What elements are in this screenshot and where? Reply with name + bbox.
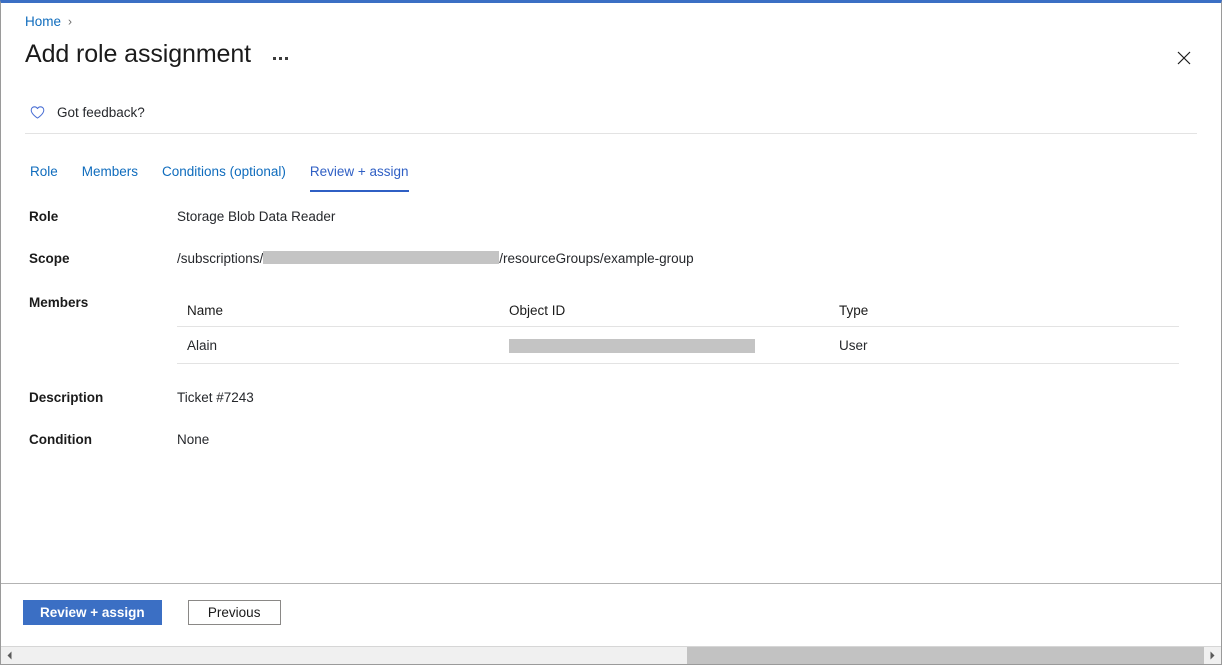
tab-review-assign[interactable]: Review + assign <box>298 159 421 192</box>
cell-type: User <box>839 338 1179 353</box>
description-value: Ticket #7243 <box>177 389 254 407</box>
previous-button[interactable]: Previous <box>188 600 281 625</box>
members-label: Members <box>1 294 177 312</box>
cell-name: Alain <box>177 338 509 353</box>
ellipsis-dot <box>279 57 282 60</box>
scope-prefix: /subscriptions/ <box>177 251 263 266</box>
members-table-header: Name Object ID Type <box>177 294 1179 327</box>
condition-value: None <box>177 431 209 449</box>
got-feedback-label: Got feedback? <box>57 104 145 121</box>
column-header-name: Name <box>177 303 509 318</box>
condition-label: Condition <box>1 431 177 449</box>
scope-value: /subscriptions/ /resourceGroups/example-g… <box>177 250 694 268</box>
title-row: Add role assignment <box>25 38 292 71</box>
breadcrumb-chevron-icon: › <box>68 14 72 30</box>
add-role-assignment-blade: Home › Add role assignment Got feedback?… <box>0 0 1222 665</box>
row-condition: Condition None <box>1 431 1221 461</box>
heart-icon <box>29 104 46 121</box>
ellipsis-dot <box>273 57 276 60</box>
scroll-right-arrow-icon[interactable] <box>1204 647 1221 664</box>
close-icon[interactable] <box>1169 43 1199 73</box>
description-label: Description <box>1 389 177 407</box>
page-title: Add role assignment <box>25 38 251 71</box>
column-header-object-id: Object ID <box>509 303 839 318</box>
review-assign-button[interactable]: Review + assign <box>23 600 162 625</box>
row-role: Role Storage Blob Data Reader <box>1 208 1221 250</box>
header-divider <box>25 133 1197 134</box>
object-id-redaction-bar <box>509 339 755 353</box>
scrollbar-track[interactable] <box>18 647 1204 664</box>
tab-role[interactable]: Role <box>25 159 70 192</box>
role-label: Role <box>1 208 177 226</box>
role-value: Storage Blob Data Reader <box>177 208 335 226</box>
members-table: Name Object ID Type Alain User <box>177 294 1179 364</box>
wizard-tabs: Role Members Conditions (optional) Revie… <box>25 159 421 192</box>
horizontal-scrollbar[interactable] <box>1 646 1221 664</box>
tab-conditions[interactable]: Conditions (optional) <box>150 159 298 192</box>
tab-members[interactable]: Members <box>70 159 150 192</box>
breadcrumb: Home › <box>25 14 72 30</box>
got-feedback-button[interactable]: Got feedback? <box>29 104 145 121</box>
scope-suffix: /resourceGroups/example-group <box>499 251 693 266</box>
column-header-type: Type <box>839 303 1179 318</box>
footer-divider <box>1 583 1221 584</box>
scrollbar-thumb[interactable] <box>687 647 1204 664</box>
more-actions-icon[interactable] <box>269 51 292 66</box>
scope-redaction-bar <box>263 251 499 264</box>
ellipsis-dot <box>285 57 288 60</box>
cell-object-id <box>509 337 839 352</box>
footer-actions: Review + assign Previous <box>23 600 281 625</box>
table-row: Alain User <box>177 327 1179 364</box>
scroll-left-arrow-icon[interactable] <box>1 647 18 664</box>
scope-label: Scope <box>1 250 177 268</box>
row-description: Description Ticket #7243 <box>1 389 1221 431</box>
review-form: Role Storage Blob Data Reader Scope /sub… <box>1 208 1221 461</box>
breadcrumb-home-link[interactable]: Home <box>25 14 61 30</box>
row-scope: Scope /subscriptions/ /resourceGroups/exa… <box>1 250 1221 294</box>
